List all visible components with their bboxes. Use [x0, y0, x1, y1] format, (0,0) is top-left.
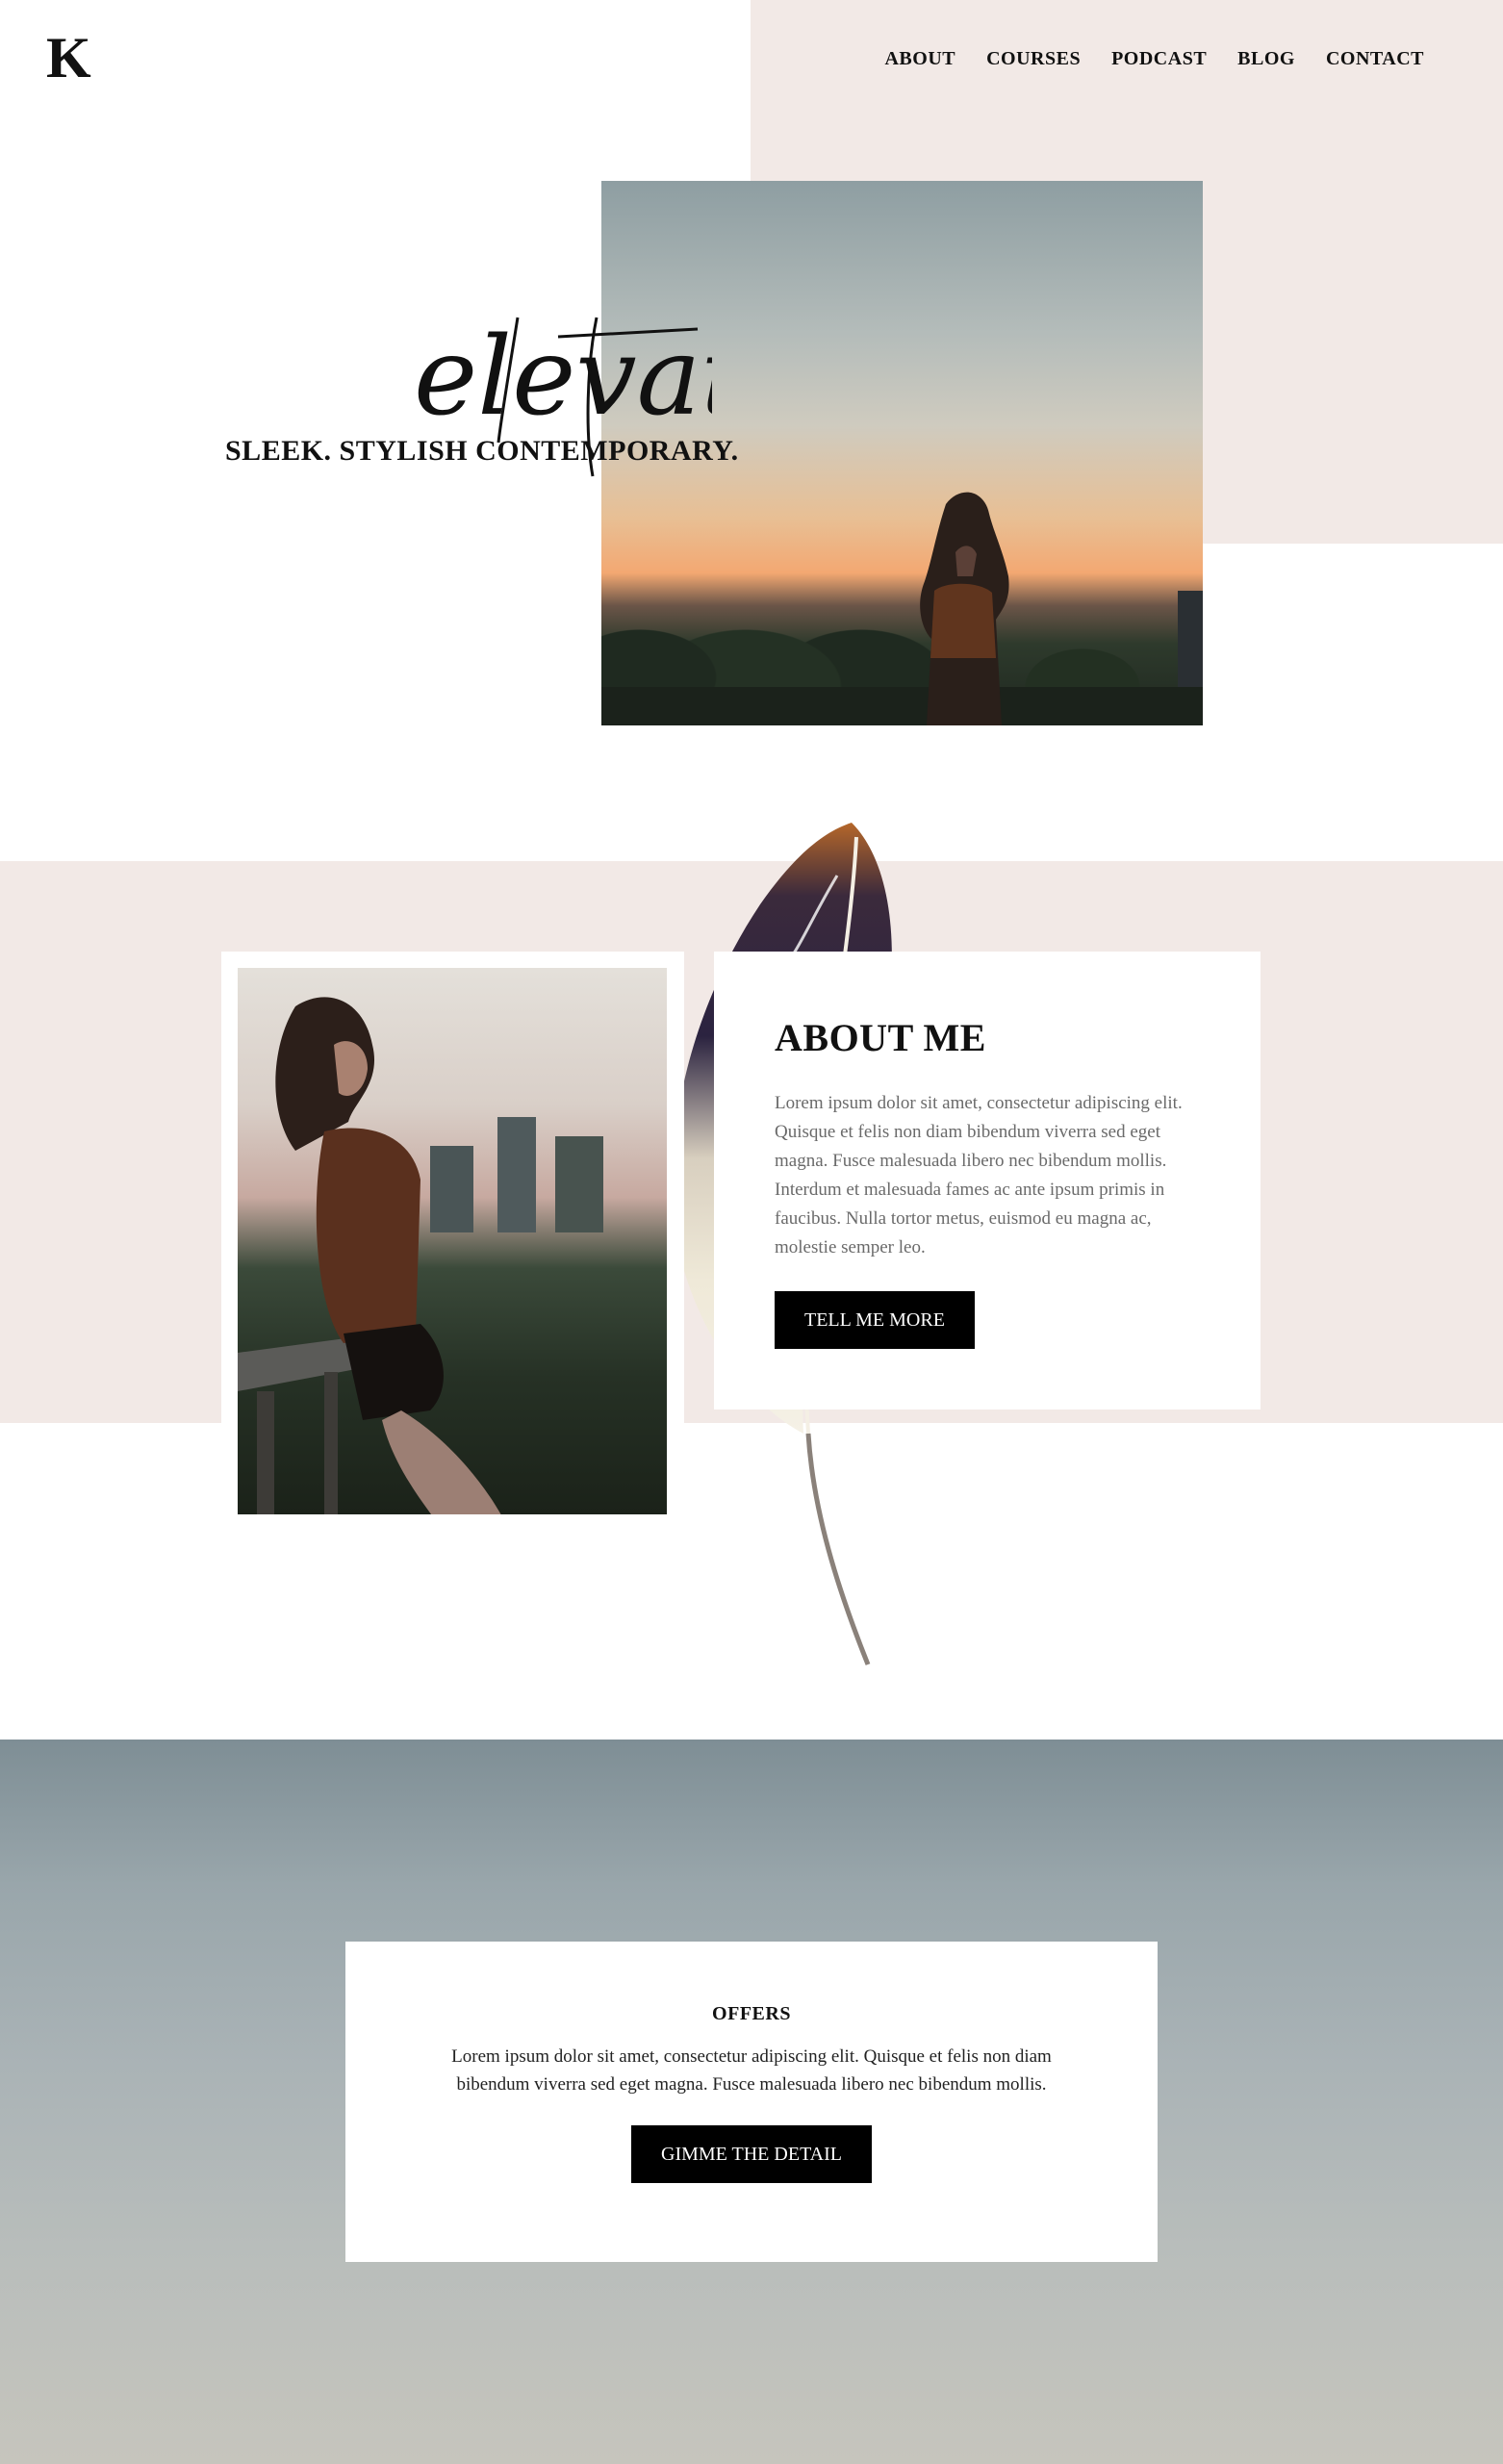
about-body-text: Lorem ipsum dolor sit amet, consectetur …: [775, 1093, 1183, 1257]
about-portrait-photo: [238, 968, 667, 1514]
hero-tagline: SLEEK. STYLISH CONTEMPORARY.: [225, 435, 739, 467]
photo-woman-silhouette: [920, 492, 1009, 725]
about-title: ABOUT ME: [775, 1016, 986, 1059]
nav-blog[interactable]: BLOG: [1237, 48, 1295, 70]
tell-me-more-button[interactable]: TELL ME MORE: [775, 1291, 975, 1349]
nav-contact[interactable]: CONTACT: [1326, 48, 1424, 70]
photo-woman-leaning: [275, 997, 501, 1514]
offers-body-text: Lorem ipsum dolor sit amet, consectetur …: [451, 2046, 1052, 2095]
nav-courses[interactable]: COURSES: [986, 48, 1081, 70]
gimme-the-detail-button[interactable]: GIMME THE DETAIL: [631, 2125, 872, 2183]
offers-title: OFFERS: [712, 2003, 791, 2024]
main-nav: ABOUT COURSES PODCAST BLOG CONTACT: [884, 48, 1424, 70]
nav-podcast[interactable]: PODCAST: [1111, 48, 1207, 70]
photo-building: [1178, 591, 1203, 687]
offers-card: OFFERS Lorem ipsum dolor sit amet, conse…: [345, 1942, 1158, 2262]
about-card: ABOUT ME Lorem ipsum dolor sit amet, con…: [714, 952, 1261, 1410]
nav-about[interactable]: ABOUT: [884, 48, 955, 70]
site-logo[interactable]: K: [46, 29, 91, 87]
